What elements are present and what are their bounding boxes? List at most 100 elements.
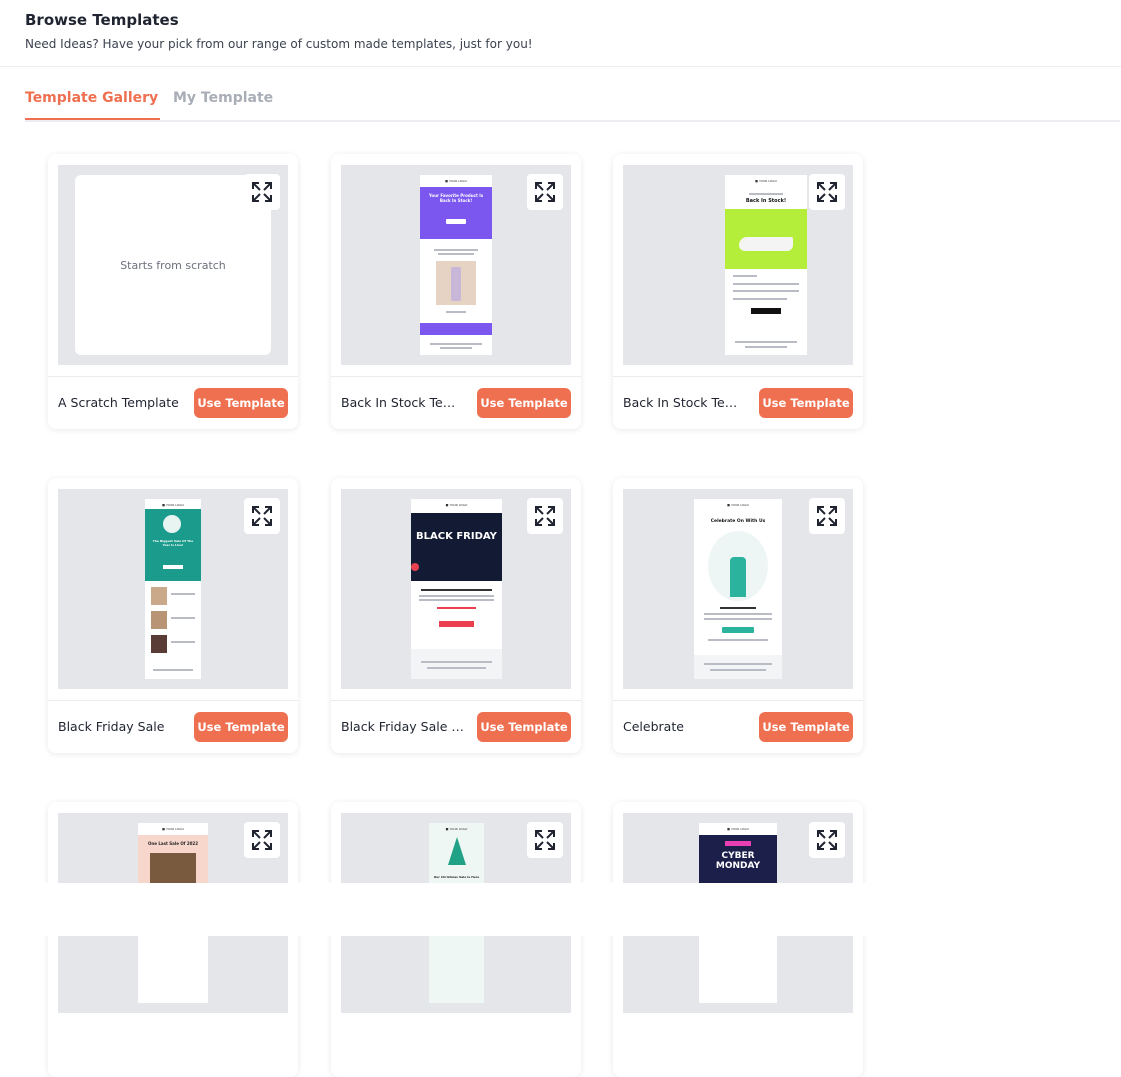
tab-bar: Template Gallery My Template — [25, 80, 1120, 122]
preview-text-line — [735, 341, 797, 343]
preview-text-line — [171, 641, 195, 643]
template-card: ■ YOUR LOGO BLACK FRIDAY Black Friday Sa… — [331, 478, 581, 753]
preview-text-line — [704, 663, 772, 665]
preview-logo: ■ YOUR LOGO — [445, 179, 467, 183]
template-card: ■ YOUR LOGO Back In Stock! Back In Stock… — [613, 154, 863, 429]
preview-button — [163, 565, 183, 569]
template-preview[interactable]: ■ YOUR LOGO Back In Stock! — [623, 165, 853, 365]
template-card: ■ YOUR LOGO One Last Sale Of 2022 — [48, 802, 298, 1077]
expand-icon[interactable] — [809, 822, 845, 858]
template-card: ■ YOUR LOGO Celebrate On With Us Celebra… — [613, 478, 863, 753]
preview-text-line — [153, 669, 193, 671]
expand-icon[interactable] — [809, 498, 845, 534]
preview-heading: CYBER MONDAY — [715, 851, 761, 871]
expand-icon[interactable] — [244, 174, 280, 210]
preview-heading: Back In Stock! — [745, 198, 787, 204]
template-name: Back In Stock Templ... — [341, 395, 466, 410]
card-divider — [48, 376, 298, 377]
preview-text-line — [421, 589, 492, 591]
template-card: Starts from scratch A Scratch Template U… — [48, 154, 298, 429]
template-preview[interactable]: ■ YOUR LOGO BLACK FRIDAY — [341, 489, 571, 689]
expand-icon[interactable] — [809, 174, 845, 210]
email-preview: ■ YOUR LOGO BLACK FRIDAY — [411, 499, 502, 679]
preview-text-line — [427, 667, 486, 669]
preview-heading: BLACK FRIDAY — [416, 531, 497, 542]
preview-text-line — [440, 347, 472, 349]
preview-text-line — [710, 669, 766, 671]
preview-heading: One Last Sale Of 2022 — [147, 841, 198, 846]
preview-heading: Celebrate On With Us — [710, 519, 766, 524]
use-template-button[interactable]: Use Template — [477, 388, 571, 418]
preview-badge — [725, 841, 751, 846]
tab-template-gallery[interactable]: Template Gallery — [25, 80, 160, 120]
use-template-button[interactable]: Use Template — [477, 712, 571, 742]
preview-text-line — [704, 613, 772, 615]
template-card: ■ YOUR LOGO CYBER MONDAY — [613, 802, 863, 1077]
template-card: ■ YOUR LOGO Our Christmas Sale Is Here — [331, 802, 581, 1077]
template-preview[interactable]: ■ YOUR LOGO Your Favorite Product Is Bac… — [341, 165, 571, 365]
email-preview: ■ YOUR LOGO The Biggest Sale Of The Year… — [145, 499, 201, 679]
email-preview: ■ YOUR LOGO Celebrate On With Us — [694, 499, 782, 679]
expand-icon[interactable] — [527, 498, 563, 534]
template-name: A Scratch Template — [58, 395, 179, 410]
template-card: ■ YOUR LOGO Your Favorite Product Is Bac… — [331, 154, 581, 429]
preview-text-line — [434, 249, 478, 251]
preview-text-line — [720, 607, 756, 609]
preview-text-line — [430, 343, 482, 345]
preview-button — [751, 308, 781, 314]
preview-button — [722, 627, 754, 633]
preview-product — [451, 267, 461, 301]
template-name: Black Friday Sale Te... — [341, 719, 466, 734]
bottom-overlay — [0, 883, 1121, 936]
preview-text-line — [733, 275, 757, 277]
preview-text-line — [745, 346, 787, 348]
header-divider — [0, 66, 1121, 67]
expand-icon[interactable] — [244, 498, 280, 534]
preview-product-image — [151, 587, 167, 605]
template-preview[interactable]: Starts from scratch — [58, 165, 288, 365]
use-template-button[interactable]: Use Template — [194, 712, 288, 742]
card-divider — [331, 700, 581, 701]
preview-text-line — [446, 311, 466, 313]
page-title: Browse Templates — [25, 11, 179, 29]
template-card: ■ YOUR LOGO The Biggest Sale Of The Year… — [48, 478, 298, 753]
preview-logo: ■ YOUR LOGO — [445, 503, 468, 507]
card-divider — [331, 376, 581, 377]
preview-product-image — [151, 611, 167, 629]
expand-icon[interactable] — [244, 822, 280, 858]
preview-text-line — [171, 593, 195, 595]
page-subtitle: Need Ideas? Have your pick from our rang… — [25, 37, 533, 51]
tab-my-template[interactable]: My Template — [173, 80, 273, 120]
template-preview[interactable]: ■ YOUR LOGO Celebrate On With Us — [623, 489, 853, 689]
preview-footer-band — [420, 323, 492, 335]
preview-text-line — [749, 193, 783, 195]
use-template-button[interactable]: Use Template — [759, 388, 853, 418]
preview-logo: ■ YOUR LOGO — [727, 503, 749, 507]
expand-icon[interactable] — [527, 822, 563, 858]
preview-footer — [694, 655, 782, 679]
email-preview: ■ YOUR LOGO Your Favorite Product Is Bac… — [420, 175, 492, 355]
card-divider — [48, 700, 298, 701]
use-template-button[interactable]: Use Template — [759, 712, 853, 742]
template-name: Celebrate — [623, 719, 684, 734]
preview-tree — [448, 837, 466, 865]
preview-heading: The Biggest Sale Of The Year Is Live! — [152, 539, 194, 547]
preview-button — [439, 621, 474, 627]
template-preview[interactable]: ■ YOUR LOGO The Biggest Sale Of The Year… — [58, 489, 288, 689]
preview-heading: Your Favorite Product Is Back In Stock! — [428, 193, 484, 203]
preview-text-line — [171, 617, 195, 619]
scratch-preview: Starts from scratch — [75, 175, 271, 355]
email-preview: ■ YOUR LOGO Back In Stock! — [725, 175, 807, 355]
card-divider — [613, 376, 863, 377]
preview-logo: ■ YOUR LOGO — [162, 503, 184, 507]
preview-logo: ■ YOUR LOGO — [727, 827, 749, 831]
card-divider — [613, 700, 863, 701]
preview-illustration — [163, 515, 181, 533]
expand-icon[interactable] — [527, 174, 563, 210]
use-template-button[interactable]: Use Template — [194, 388, 288, 418]
preview-text-line — [438, 253, 474, 255]
preview-figure — [730, 557, 746, 597]
preview-text-line — [437, 607, 476, 609]
preview-footer — [411, 649, 502, 679]
preview-text-line — [708, 639, 768, 641]
